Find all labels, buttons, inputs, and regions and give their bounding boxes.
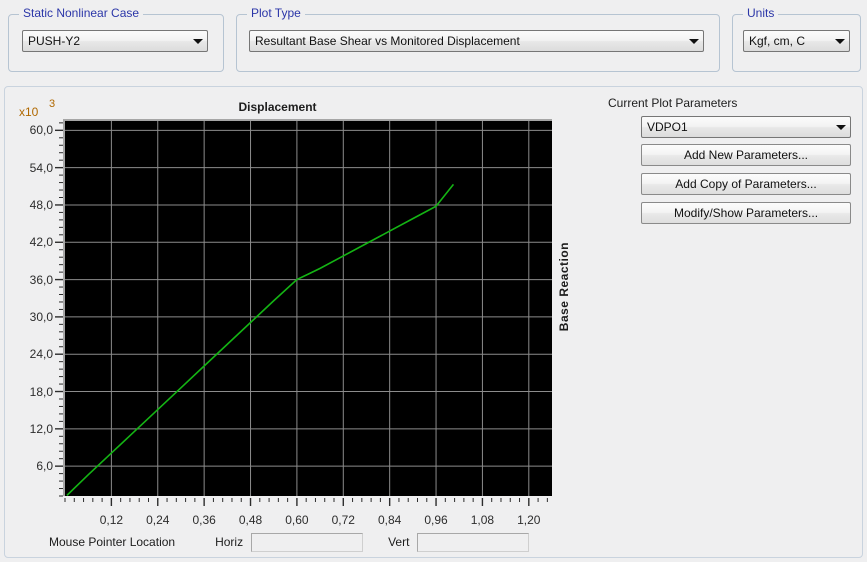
current-plot-parameters-heading: Current Plot Parameters: [608, 96, 738, 110]
axis-ticks: [55, 122, 548, 506]
current-plot-parameters-panel: Current Plot Parameters VDPO1 Add New Pa…: [601, 87, 863, 559]
y-axis-title: Base Reaction: [557, 242, 571, 332]
add-new-parameters-button[interactable]: Add New Parameters...: [641, 144, 851, 166]
current-plot-parameters-combobox[interactable]: VDPO1: [641, 116, 851, 138]
chart-container: Displacement x10 3 6,0 12,0 18,0 24,0 30,0 36…: [5, 87, 601, 559]
vert-label: Vert: [388, 535, 410, 549]
chevron-down-icon[interactable]: [189, 31, 207, 51]
plot-type-combobox[interactable]: Resultant Base Shear vs Monitored Displa…: [249, 30, 704, 52]
mouse-pointer-location-bar: Mouse Pointer Location Horiz Vert: [5, 527, 601, 557]
units-value: Kgf, cm, C: [749, 34, 806, 48]
plot-panel: Displacement x10 3 6,0 12,0 18,0 24,0 30,0 36…: [4, 86, 863, 558]
static-nonlinear-case-title: Static Nonlinear Case: [19, 6, 144, 20]
plot-type-title: Plot Type: [247, 6, 305, 20]
add-copy-of-parameters-button[interactable]: Add Copy of Parameters...: [641, 173, 851, 195]
modify-show-parameters-button[interactable]: Modify/Show Parameters...: [641, 202, 851, 224]
mouse-pointer-location-label: Mouse Pointer Location: [49, 535, 176, 549]
units-title: Units: [743, 6, 779, 20]
horiz-label: Horiz: [215, 535, 244, 549]
sap2000-pushover-plot-window: Static Nonlinear Case PUSH-Y2 Plot Type …: [0, 0, 867, 562]
static-nonlinear-case-value: PUSH-Y2: [28, 34, 81, 48]
chevron-down-icon[interactable]: [685, 31, 703, 51]
vert-value-field[interactable]: [417, 532, 530, 552]
plot-type-value: Resultant Base Shear vs Monitored Displa…: [255, 34, 520, 48]
horiz-value-field[interactable]: [251, 532, 364, 552]
units-combobox[interactable]: Kgf, cm, C: [743, 30, 850, 52]
units-group: Units Kgf, cm, C: [732, 6, 861, 72]
static-nonlinear-case-group: Static Nonlinear Case PUSH-Y2: [8, 6, 224, 72]
chevron-down-icon[interactable]: [832, 117, 850, 137]
plot-type-group: Plot Type Resultant Base Shear vs Monito…: [236, 6, 720, 72]
chevron-down-icon[interactable]: [831, 31, 849, 51]
static-nonlinear-case-combobox[interactable]: PUSH-Y2: [22, 30, 208, 52]
current-plot-parameters-value: VDPO1: [647, 120, 688, 134]
